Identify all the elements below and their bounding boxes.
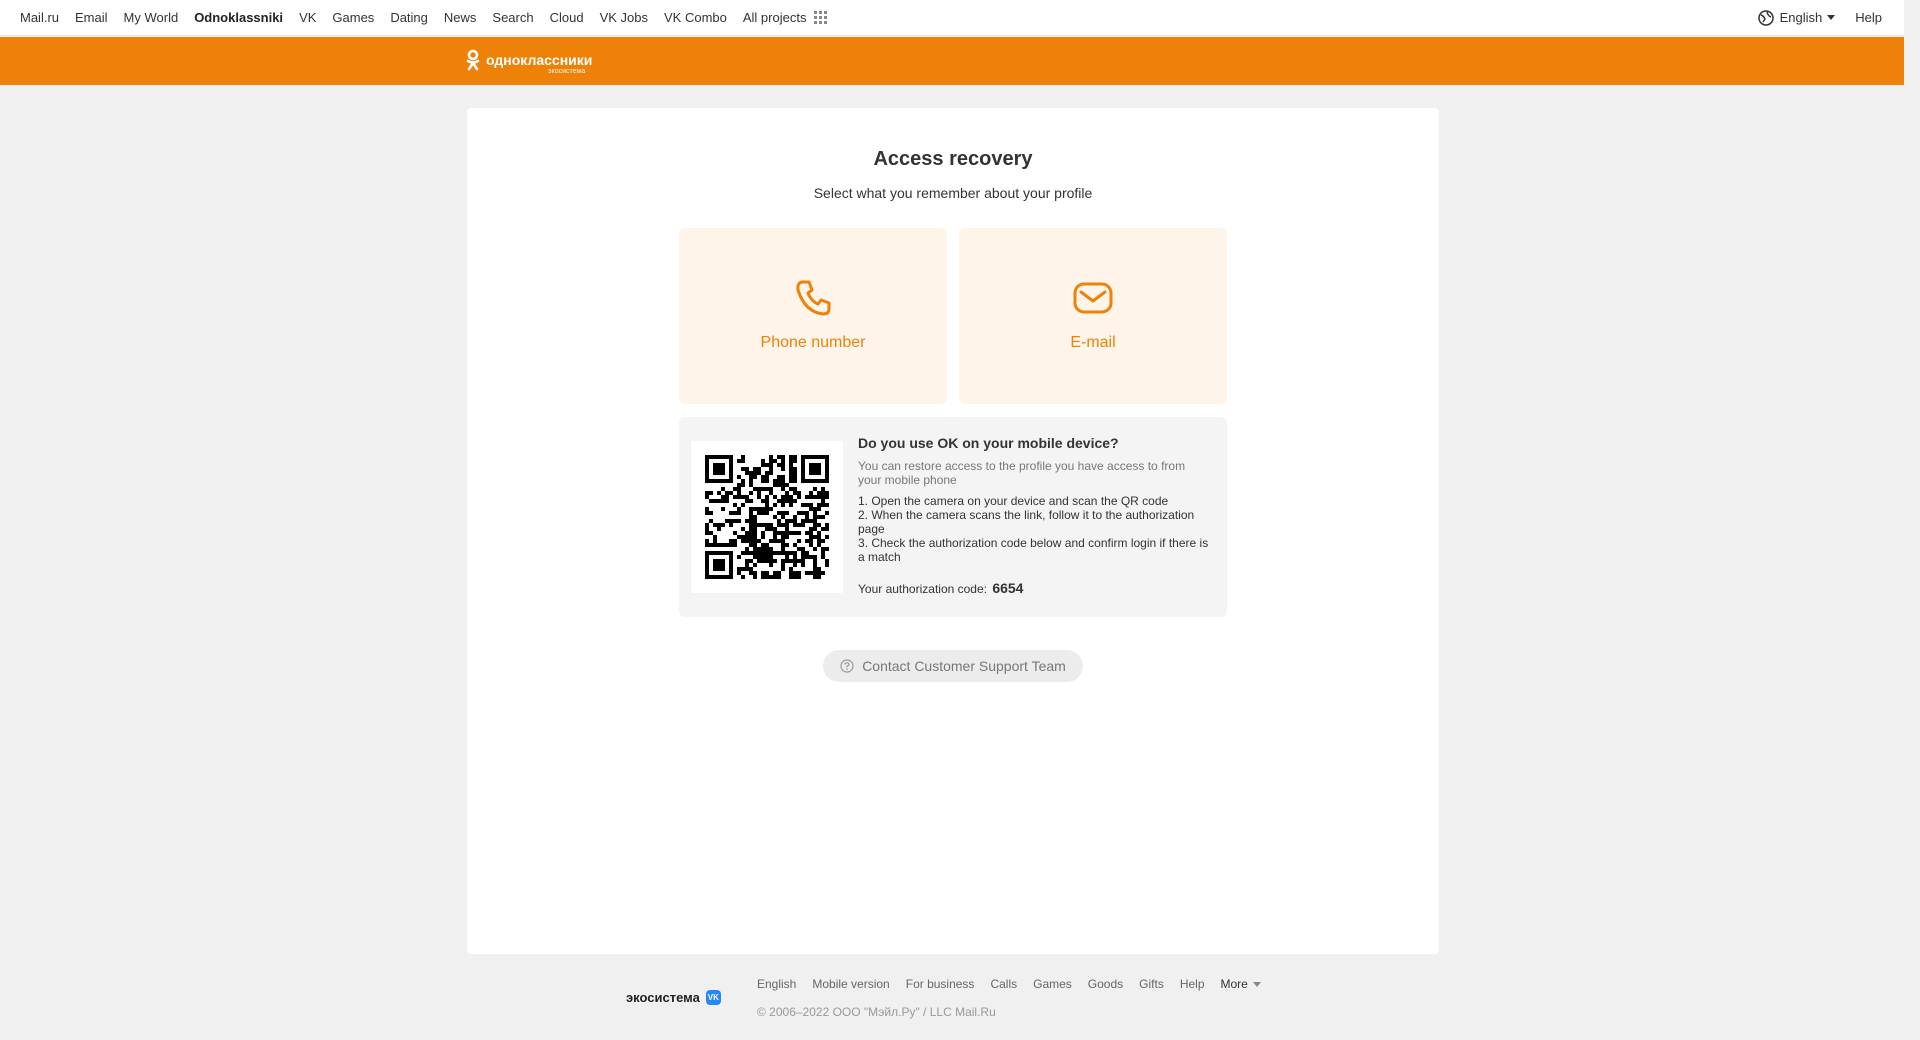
qr-step-1: 1. Open the camera on your device and sc… bbox=[858, 494, 1169, 508]
envelope-icon bbox=[1073, 282, 1113, 314]
portal-link-cloud[interactable]: Cloud bbox=[550, 10, 584, 25]
page-subtitle: Select what you remember about your prof… bbox=[813, 185, 1093, 201]
phone-icon bbox=[796, 280, 831, 316]
contact-support-label: Contact Customer Support Team bbox=[862, 658, 1066, 674]
footer-link-mobile-version[interactable]: Mobile version bbox=[812, 977, 889, 991]
ok-logo[interactable]: одноклассники экосистема bbox=[466, 49, 593, 75]
portal-link-dating[interactable]: Dating bbox=[390, 10, 428, 25]
chevron-down-icon bbox=[1827, 15, 1836, 20]
apps-grid-icon[interactable] bbox=[814, 11, 828, 24]
contact-support-button[interactable]: Contact Customer Support Team bbox=[823, 650, 1083, 682]
qr-instructions: Do you use OK on your mobile device? You… bbox=[858, 435, 1210, 596]
phone-number-label: Phone number bbox=[760, 334, 866, 351]
phone-number-option[interactable]: Phone number bbox=[679, 228, 947, 404]
footer-link-help[interactable]: Help bbox=[1180, 977, 1205, 991]
auth-code-line: Your authorization code: 6654 bbox=[858, 580, 1210, 596]
portal-bar: Mail.ru Email My World Odnoklassniki VK … bbox=[0, 0, 1904, 36]
portal-link-vk[interactable]: VK bbox=[299, 10, 316, 25]
footer-links: English Mobile version For business Call… bbox=[757, 977, 1261, 991]
qr-code bbox=[691, 441, 843, 593]
ok-logo-text: одноклассники bbox=[486, 52, 593, 68]
vk-logo-icon: VK bbox=[705, 990, 721, 1005]
chevron-down-icon bbox=[1252, 981, 1261, 987]
portal-link-search[interactable]: Search bbox=[492, 10, 533, 25]
footer-more-label: More bbox=[1220, 977, 1248, 991]
portal-links: Mail.ru Email My World Odnoklassniki VK … bbox=[0, 10, 828, 25]
portal-link-mailru[interactable]: Mail.ru bbox=[20, 10, 59, 25]
footer: экосистема VK English Mobile version For… bbox=[0, 960, 1904, 1040]
language-label: English bbox=[1779, 10, 1823, 25]
qr-step-2: 2. When the camera scans the link, follo… bbox=[858, 508, 1195, 536]
footer-more-button[interactable]: More bbox=[1221, 977, 1261, 991]
qr-title: Do you use OK on your mobile device? bbox=[858, 435, 1119, 451]
qr-steps: 1. Open the camera on your device and sc… bbox=[858, 494, 1210, 564]
qr-step-3: 3. Check the authorization code below an… bbox=[858, 536, 1209, 564]
ecosystem-logo-text: экосистема bbox=[626, 990, 700, 1005]
help-link[interactable]: Help bbox=[1855, 10, 1882, 25]
qr-login-panel: Do you use OK on your mobile device? You… bbox=[679, 417, 1227, 617]
language-switch[interactable]: English bbox=[1757, 9, 1836, 26]
auth-code-value: 6654 bbox=[992, 580, 1024, 596]
portal-link-my-world[interactable]: My World bbox=[124, 10, 179, 25]
portal-link-email[interactable]: Email bbox=[75, 10, 108, 25]
portal-link-vk-combo[interactable]: VK Combo bbox=[664, 10, 727, 25]
footer-link-games[interactable]: Games bbox=[1033, 977, 1072, 991]
ok-logo-subtext: экосистема bbox=[548, 68, 586, 75]
page-title: Access recovery bbox=[873, 148, 1033, 170]
qr-code-image bbox=[705, 455, 829, 579]
globe-icon bbox=[1757, 9, 1774, 26]
footer-link-goods[interactable]: Goods bbox=[1088, 977, 1123, 991]
footer-link-english[interactable]: English bbox=[757, 977, 796, 991]
portal-right: English Help bbox=[1757, 9, 1904, 26]
portal-link-news[interactable]: News bbox=[444, 10, 477, 25]
portal-link-all-projects[interactable]: All projects bbox=[743, 10, 807, 25]
footer-link-gifts[interactable]: Gifts bbox=[1139, 977, 1164, 991]
footer-link-calls[interactable]: Calls bbox=[990, 977, 1017, 991]
email-option[interactable]: E-mail bbox=[959, 228, 1227, 404]
portal-link-games[interactable]: Games bbox=[332, 10, 374, 25]
ok-header: одноклассники экосистема bbox=[0, 37, 1904, 85]
question-circle-icon bbox=[840, 659, 854, 673]
ecosystem-logo[interactable]: экосистема VK bbox=[626, 990, 721, 1005]
qr-description: You can restore access to the profile yo… bbox=[858, 459, 1186, 487]
portal-link-vk-jobs[interactable]: VK Jobs bbox=[600, 10, 648, 25]
footer-link-for-business[interactable]: For business bbox=[906, 977, 975, 991]
auth-code-label: Your authorization code: bbox=[858, 582, 987, 596]
portal-link-odnoklassniki[interactable]: Odnoklassniki bbox=[194, 10, 283, 25]
recovery-card: Access recovery Select what you remember… bbox=[467, 108, 1439, 954]
ok-logo-icon bbox=[466, 49, 480, 71]
email-label: E-mail bbox=[1070, 334, 1116, 351]
copyright: © 2006–2022 ООО "Мэйл.Ру" / LLC Mail.Ru bbox=[757, 1005, 996, 1019]
